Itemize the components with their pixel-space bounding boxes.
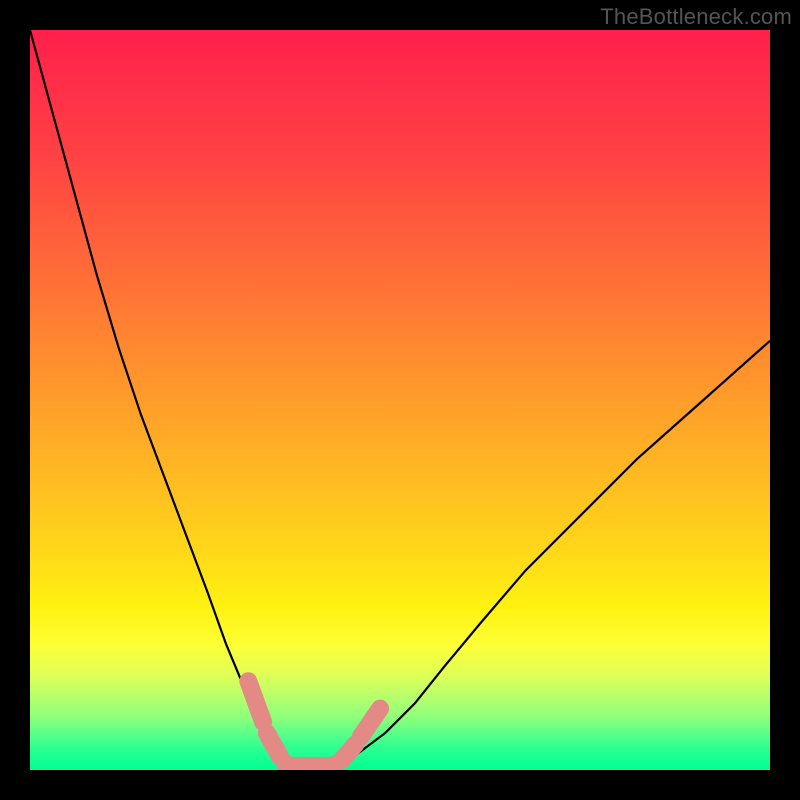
curve-layer [30,30,770,766]
marker-layer [248,681,380,770]
outer-frame: TheBottleneck.com [0,0,800,800]
marker-right-segment-low [343,744,356,759]
marker-right-segment-high [361,709,380,737]
plot-area [30,30,770,770]
watermark-text: TheBottleneck.com [600,4,792,30]
series-left-curve [30,30,289,766]
marker-left-segment-mid [267,733,280,757]
chart-svg [30,30,770,770]
marker-left-segment-top [248,681,263,722]
series-right-curve [333,341,770,767]
